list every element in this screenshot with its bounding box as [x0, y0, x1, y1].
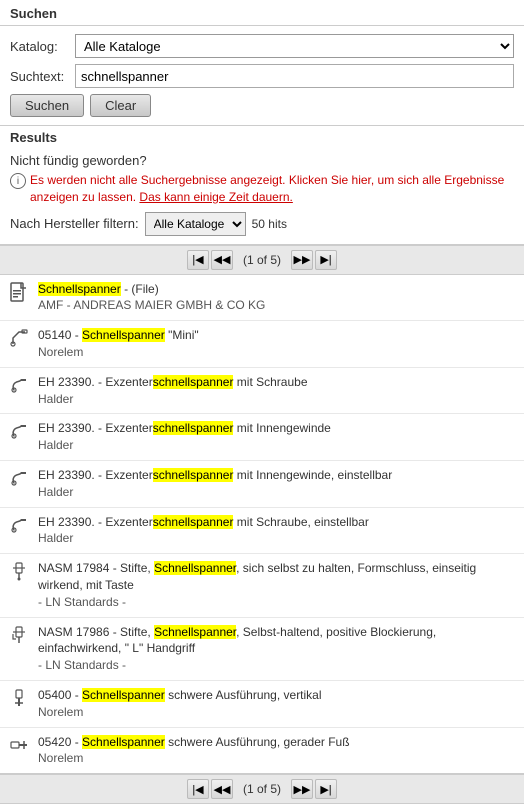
prev-page-button-bottom[interactable]: ◀◀	[211, 779, 233, 799]
next-page-button[interactable]: ▶▶	[291, 250, 313, 270]
warning-row: i Es werden nicht alle Suchergebnisse an…	[10, 172, 514, 206]
results-header: Results	[0, 126, 524, 149]
vertical-clamp-icon	[8, 687, 30, 709]
clamp-icon	[8, 327, 30, 349]
result-title: 05420 - Schnellspanner schwere Ausführun…	[38, 734, 516, 751]
page-info-top: (1 of 5)	[235, 253, 289, 267]
result-title: EH 23390. - Exzenterschnellspanner mit S…	[38, 514, 516, 531]
list-item[interactable]: NASM 17986 - Stifte, Schnellspanner, Sel…	[0, 618, 524, 681]
katalog-select[interactable]: Alle Kataloge	[75, 34, 514, 58]
list-item[interactable]: EH 23390. - Exzenterschnellspanner mit S…	[0, 508, 524, 555]
suchtext-row: Suchtext:	[10, 64, 514, 88]
first-page-button-bottom[interactable]: |◀	[187, 779, 209, 799]
horizontal-clamp-icon	[8, 734, 30, 756]
eccentric-icon2	[8, 420, 30, 442]
warning-text: Es werden nicht alle Suchergebnisse ange…	[30, 172, 514, 206]
last-page-button-bottom[interactable]: ▶|	[315, 779, 337, 799]
results-list: Schnellspanner - (File) AMF - ANDREAS MA…	[0, 275, 524, 775]
result-content: 05420 - Schnellspanner schwere Ausführun…	[38, 734, 516, 768]
result-title: EH 23390. - Exzenterschnellspanner mit I…	[38, 420, 516, 437]
page-info-bottom: (1 of 5)	[235, 782, 289, 796]
result-title: Schnellspanner - (File)	[38, 281, 516, 298]
result-sub: - LN Standards -	[38, 594, 516, 611]
top-pagination: |◀ ◀◀ (1 of 5) ▶▶ ▶|	[0, 245, 524, 275]
result-content: EH 23390. - Exzenterschnellspanner mit I…	[38, 467, 516, 501]
result-content: 05400 - Schnellspanner schwere Ausführun…	[38, 687, 516, 721]
search-button[interactable]: Suchen	[10, 94, 84, 117]
first-page-button[interactable]: |◀	[187, 250, 209, 270]
not-found-text: Nicht fündig geworden?	[10, 153, 514, 168]
warning-link[interactable]: Das kann einige Zeit dauern.	[139, 190, 292, 204]
result-sub: Halder	[38, 437, 516, 454]
filter-label: Nach Hersteller filtern:	[10, 216, 139, 231]
list-item[interactable]: EH 23390. - Exzenterschnellspanner mit S…	[0, 368, 524, 415]
result-sub: - LN Standards -	[38, 657, 516, 674]
list-item[interactable]: Schnellspanner - (File) AMF - ANDREAS MA…	[0, 275, 524, 322]
hits-badge: 50 hits	[252, 217, 287, 231]
result-sub: Halder	[38, 391, 516, 408]
result-title: NASM 17986 - Stifte, Schnellspanner, Sel…	[38, 624, 516, 658]
eccentric-icon	[8, 374, 30, 396]
result-content: EH 23390. - Exzenterschnellspanner mit S…	[38, 514, 516, 548]
clear-button[interactable]: Clear	[90, 94, 151, 117]
section-title: Suchen	[0, 0, 524, 26]
prev-page-button[interactable]: ◀◀	[211, 250, 233, 270]
list-item[interactable]: EH 23390. - Exzenterschnellspanner mit I…	[0, 414, 524, 461]
result-sub: Norelem	[38, 750, 516, 767]
button-row: Suchen Clear	[10, 94, 514, 117]
result-sub: Norelem	[38, 344, 516, 361]
filter-select[interactable]: Alle Kataloge	[145, 212, 246, 236]
list-item[interactable]: 05400 - Schnellspanner schwere Ausführun…	[0, 681, 524, 728]
result-title: NASM 17984 - Stifte, Schnellspanner, sic…	[38, 560, 516, 594]
not-found-area: Nicht fündig geworden? i Es werden nicht…	[0, 149, 524, 245]
katalog-label: Katalog:	[10, 39, 75, 54]
result-content: NASM 17986 - Stifte, Schnellspanner, Sel…	[38, 624, 516, 674]
eccentric-icon4	[8, 514, 30, 536]
info-icon: i	[10, 173, 26, 189]
search-input[interactable]	[75, 64, 514, 88]
result-title: 05140 - Schnellspanner "Mini"	[38, 327, 516, 344]
katalog-select-wrapper: Alle Kataloge	[75, 34, 514, 58]
result-sub: Halder	[38, 530, 516, 547]
last-page-button[interactable]: ▶|	[315, 250, 337, 270]
file-icon	[8, 281, 30, 303]
pin-icon	[8, 560, 30, 582]
pin-icon2	[8, 624, 30, 646]
result-sub: Norelem	[38, 704, 516, 721]
katalog-row: Katalog: Alle Kataloge	[10, 34, 514, 58]
search-form: Katalog: Alle Kataloge Suchtext: Suchen …	[0, 26, 524, 126]
result-title: EH 23390. - Exzenterschnellspanner mit I…	[38, 467, 516, 484]
result-content: Schnellspanner - (File) AMF - ANDREAS MA…	[38, 281, 516, 315]
next-page-button-bottom[interactable]: ▶▶	[291, 779, 313, 799]
result-title: 05400 - Schnellspanner schwere Ausführun…	[38, 687, 516, 704]
list-item[interactable]: EH 23390. - Exzenterschnellspanner mit I…	[0, 461, 524, 508]
eccentric-icon3	[8, 467, 30, 489]
result-content: 05140 - Schnellspanner "Mini" Norelem	[38, 327, 516, 361]
list-item[interactable]: 05140 - Schnellspanner "Mini" Norelem	[0, 321, 524, 368]
result-sub: AMF - ANDREAS MAIER GMBH & CO KG	[38, 297, 516, 314]
result-content: EH 23390. - Exzenterschnellspanner mit I…	[38, 420, 516, 454]
list-item[interactable]: NASM 17984 - Stifte, Schnellspanner, sic…	[0, 554, 524, 617]
result-title: EH 23390. - Exzenterschnellspanner mit S…	[38, 374, 516, 391]
bottom-pagination: |◀ ◀◀ (1 of 5) ▶▶ ▶|	[0, 774, 524, 804]
filter-select-wrapper: Alle Kataloge	[145, 212, 246, 236]
result-content: EH 23390. - Exzenterschnellspanner mit S…	[38, 374, 516, 408]
list-item[interactable]: 05420 - Schnellspanner schwere Ausführun…	[0, 728, 524, 774]
suchtext-label: Suchtext:	[10, 69, 75, 84]
result-content: NASM 17984 - Stifte, Schnellspanner, sic…	[38, 560, 516, 610]
result-sub: Halder	[38, 484, 516, 501]
filter-row: Nach Hersteller filtern: Alle Kataloge 5…	[10, 212, 514, 236]
